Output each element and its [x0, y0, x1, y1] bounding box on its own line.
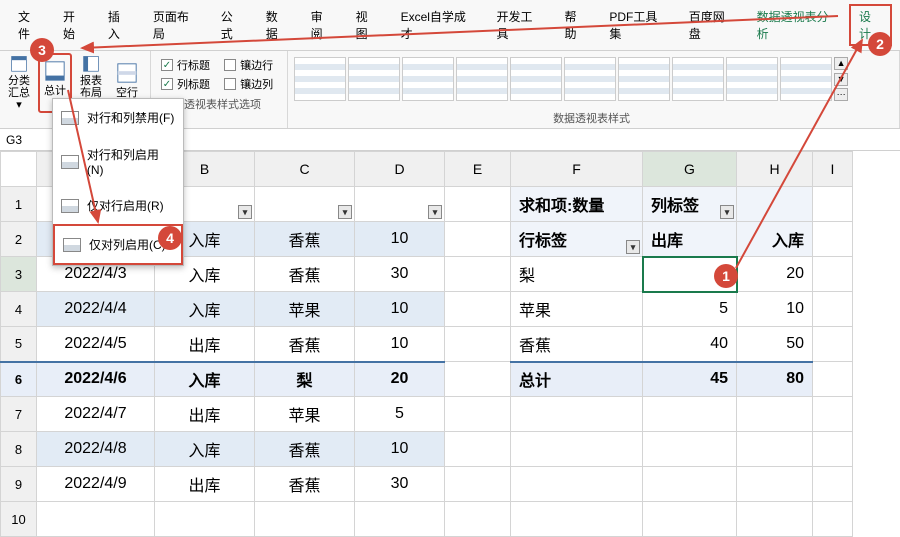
tab-dev[interactable]: 开发工具: [487, 4, 553, 46]
gallery-up-icon[interactable]: ▲: [834, 57, 848, 70]
chk-colheaders[interactable]: 列标题 镶边列: [161, 76, 273, 92]
select-all-corner[interactable]: [1, 152, 37, 187]
name-box[interactable]: G3: [0, 131, 60, 149]
tab-home[interactable]: 开始: [53, 4, 96, 46]
ribbon-tabs: 文件 开始 插入 页面布局 公式 数据 审阅 视图 Excel自学成才 开发工具…: [0, 0, 900, 51]
badge-4: 4: [158, 226, 182, 250]
filter-icon[interactable]: ▾: [238, 205, 252, 219]
tab-review[interactable]: 审阅: [301, 4, 344, 46]
filter-icon[interactable]: ▾: [626, 240, 640, 254]
badge-2: 2: [868, 32, 892, 56]
gallery-down-icon[interactable]: ▼: [834, 73, 848, 86]
filter-icon[interactable]: ▾: [720, 205, 734, 219]
dd-rows-only[interactable]: 仅对行启用(R): [53, 187, 183, 224]
ribbon-styles-group: ▲ ▼ ⋯ 数据透视表样式: [288, 51, 900, 128]
pivot-sum-label[interactable]: 求和项:数量: [511, 187, 643, 222]
subtotal-button[interactable]: 分类汇总▾: [2, 53, 36, 113]
styles-label: 数据透视表样式: [290, 110, 893, 126]
tab-pagelayout[interactable]: 页面布局: [143, 4, 209, 46]
tab-pivotanalyze[interactable]: 数据透视表分析: [747, 4, 847, 46]
filter-icon[interactable]: ▾: [428, 205, 442, 219]
dd-enable-rc[interactable]: 对行和列启用(N): [53, 136, 183, 187]
tab-pdf[interactable]: PDF工具集: [599, 4, 676, 46]
tab-excelself[interactable]: Excel自学成才: [391, 4, 485, 46]
badge-3: 3: [30, 38, 54, 62]
badge-1: 1: [714, 264, 738, 288]
filter-icon[interactable]: ▾: [338, 205, 352, 219]
tab-help[interactable]: 帮助: [554, 4, 597, 46]
tab-insert[interactable]: 插入: [98, 4, 141, 46]
tab-formula[interactable]: 公式: [211, 4, 254, 46]
chk-rowheaders[interactable]: 行标题 镶边行: [161, 57, 273, 73]
style-gallery[interactable]: ▲ ▼ ⋯: [290, 53, 893, 110]
gallery-more-icon[interactable]: ⋯: [834, 88, 848, 101]
tab-data[interactable]: 数据: [256, 4, 299, 46]
tab-view[interactable]: 视图: [346, 4, 389, 46]
tab-baidu[interactable]: 百度网盘: [679, 4, 745, 46]
dd-disable-rc[interactable]: 对行和列禁用(F): [53, 99, 183, 136]
